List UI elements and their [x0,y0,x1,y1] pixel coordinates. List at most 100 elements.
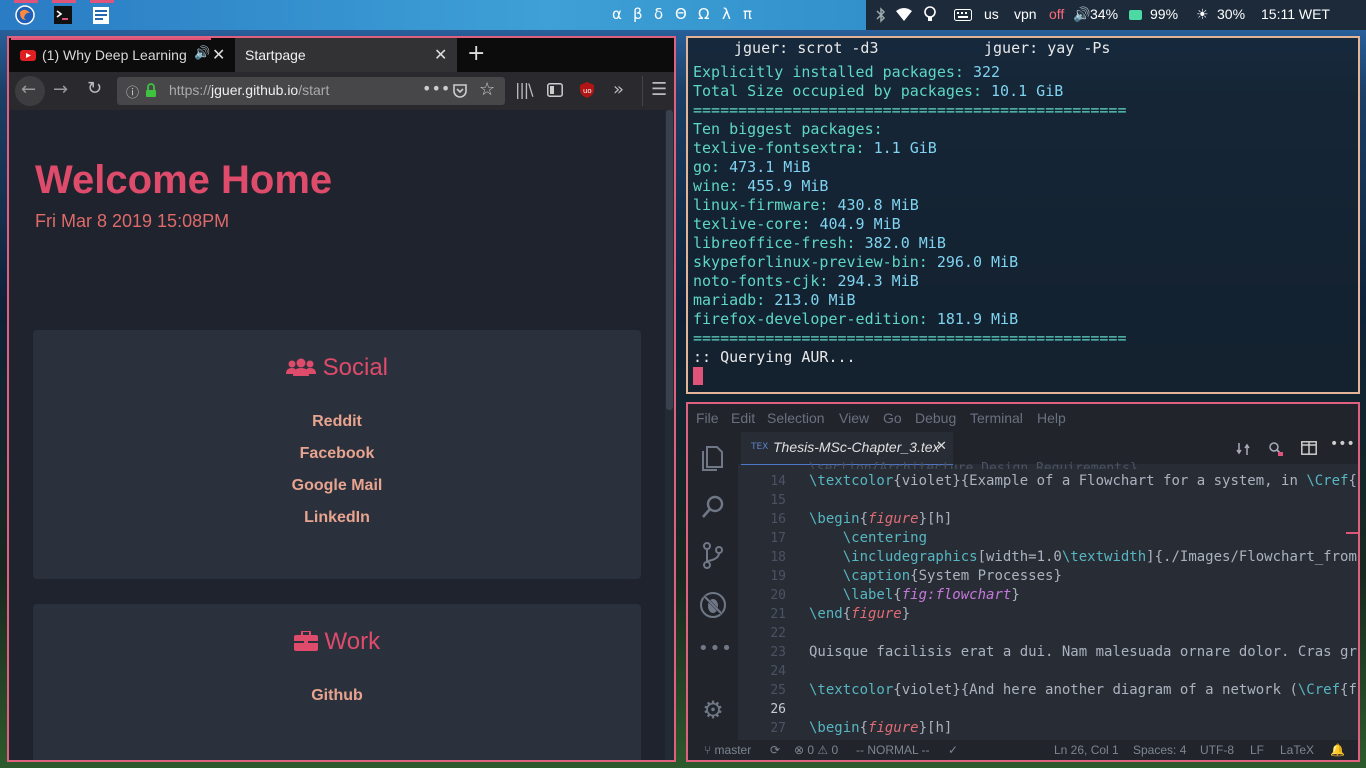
code-line[interactable]: \includegraphics[width=1.0\textwidth]{./… [809,549,1357,565]
terminal-line-label: ========================================… [693,101,1127,119]
code-line[interactable]: Quisque facilisis erat a dui. Nam malesu… [809,644,1357,660]
browser-toolbar: ← → ↻ ⓘ https://jguer.github.io/start ••… [9,72,674,110]
startpage-content: Welcome Home Fri Mar 8 2019 15:08PM Soci… [9,110,665,760]
link-github[interactable]: Github [33,687,641,705]
cursor-position[interactable]: Ln 26, Col 1 [1054,743,1119,757]
terminal-window[interactable]: jguer: scrot -d3 jguer: yay -Ps Explicit… [686,36,1360,394]
code-line[interactable]: \begin{figure}[h] [809,511,952,527]
workspace-6[interactable]: λ [722,5,731,23]
clock[interactable]: 15:11 WET [1261,6,1330,22]
terminal-line: ========================================… [693,101,1126,119]
link-reddit[interactable]: Reddit [33,413,641,431]
pocket-icon[interactable] [452,83,468,99]
sidebar-icon[interactable] [547,83,563,97]
code-line[interactable]: \textcolor{violet}{Example of a Flowchar… [809,473,1357,489]
terminal-cursor [693,367,703,385]
back-button[interactable]: ← [15,76,45,106]
terminal-line: firefox-developer-edition: 181.9 MiB [693,310,1018,328]
preview-search-icon[interactable] [1268,441,1284,457]
info-icon[interactable]: ⓘ [126,82,139,101]
compare-changes-icon[interactable] [1235,441,1251,457]
code-line[interactable]: \label{fig:flowchart} [809,587,1020,603]
terminal-line-value: 473.1 MiB [729,158,811,176]
menu-go[interactable]: Go [883,410,902,426]
vpn-label[interactable]: vpn [1014,6,1037,22]
terminal-tab-2[interactable]: jguer: yay -Ps [984,39,1110,57]
debug-icon[interactable] [698,590,728,620]
battery-level[interactable]: 99% [1150,6,1178,22]
workspace-1[interactable]: α [612,5,622,23]
more-icon[interactable]: ••• [698,638,732,668]
svg-text:uo: uo [583,87,592,95]
page-actions-icon[interactable]: ••• [422,79,450,98]
tab-why-deep-learning[interactable]: (1) Why Deep Learning 🔊 ✕ [11,38,233,72]
code-line[interactable]: \caption{System Processes} [809,568,1062,584]
source-control-icon[interactable] [698,540,728,570]
lightbulb-icon[interactable] [924,6,936,23]
workspace-3[interactable]: δ [654,5,663,23]
sync-icon[interactable]: ⟳ [770,743,780,757]
encoding[interactable]: UTF-8 [1200,743,1234,757]
code-line[interactable]: \textcolor{violet}{And here another diag… [809,682,1357,698]
brightness-level[interactable]: 30% [1217,6,1245,22]
hamburger-menu-icon[interactable]: ☰ [651,79,667,100]
close-editor-tab-icon[interactable]: ✕ [936,439,947,454]
code-line[interactable]: \begin{figure}[h] [809,720,952,736]
menu-edit[interactable]: Edit [731,410,755,426]
vpn-status[interactable]: off [1049,6,1064,22]
menu-view[interactable]: View [839,410,869,426]
menu-selection[interactable]: Selection [767,410,825,426]
menu-file[interactable]: File [696,410,719,426]
reload-icon[interactable]: ↻ [87,78,102,99]
link-linkedin[interactable]: LinkedIn [33,509,641,527]
library-icon[interactable]: |||\ [515,80,534,99]
speaker-icon[interactable]: 🔊 [194,46,210,61]
page-scrollbar[interactable] [665,110,674,760]
git-branch[interactable]: ⑂ master [704,743,751,757]
volume-icon[interactable]: 🔊 [1073,6,1090,23]
link-google-mail[interactable]: Google Mail [33,477,641,495]
bookmark-star-icon[interactable]: ☆ [479,79,495,100]
close-tab-icon[interactable]: ✕ [212,45,225,64]
workspace-5[interactable]: Ω [698,5,709,23]
terminal-line: texlive-core: 404.9 MiB [693,215,901,233]
terminal-line-value: 181.9 MiB [936,310,1019,328]
notifications-bell-icon[interactable]: 🔔 [1330,743,1345,757]
link-facebook[interactable]: Facebook [33,445,641,463]
indentation[interactable]: Spaces: 4 [1133,743,1186,757]
firefox-launcher[interactable] [14,0,38,26]
overflow-chevron-icon[interactable]: » [613,79,624,100]
language-mode[interactable]: LaTeX [1280,743,1314,757]
settings-gear-icon[interactable]: ⚙ [698,696,728,726]
problems-indicator[interactable]: ⊗ 0 ⚠ 0 [794,743,838,757]
workspace-2[interactable]: β [633,5,643,23]
volume-level[interactable]: 34% [1090,6,1118,22]
menu-debug[interactable]: Debug [915,410,956,426]
lock-icon[interactable] [145,83,157,98]
code-line[interactable]: \end{figure} [809,606,910,622]
editor-more-actions-icon[interactable]: ••• [1330,436,1355,452]
editor-area[interactable]: TEX Thesis-MSc-Chapter_3.tex ✕ ••• \sect… [738,432,1358,740]
url-bar[interactable]: ⓘ https://jguer.github.io/start ••• ☆ [117,77,505,105]
terminal-tab-1[interactable]: jguer: scrot -d3 [734,39,879,57]
menu-help[interactable]: Help [1037,410,1066,426]
split-editor-icon[interactable] [1301,441,1317,455]
tab-startpage[interactable]: Startpage ✕ [235,38,457,72]
close-tab-icon[interactable]: ✕ [434,45,447,64]
editor-launcher[interactable] [90,0,114,26]
menu-terminal[interactable]: Terminal [970,410,1023,426]
workspace-4[interactable]: Θ [675,5,687,23]
code-line[interactable]: \centering [809,530,927,546]
end-of-line[interactable]: LF [1250,743,1264,757]
workspace-7[interactable]: π [743,5,752,23]
explorer-icon[interactable] [698,442,728,472]
terminal-launcher[interactable] [52,0,76,26]
ublock-icon[interactable]: uo [580,82,594,98]
forward-arrow-icon[interactable]: → [53,79,68,100]
keyboard-layout[interactable]: us [984,6,999,22]
wifi-icon[interactable] [896,8,912,22]
new-tab-icon[interactable]: + [467,41,485,66]
bluetooth-icon[interactable] [876,7,886,23]
text-editor-icon [93,7,109,24]
search-icon[interactable] [698,492,728,522]
